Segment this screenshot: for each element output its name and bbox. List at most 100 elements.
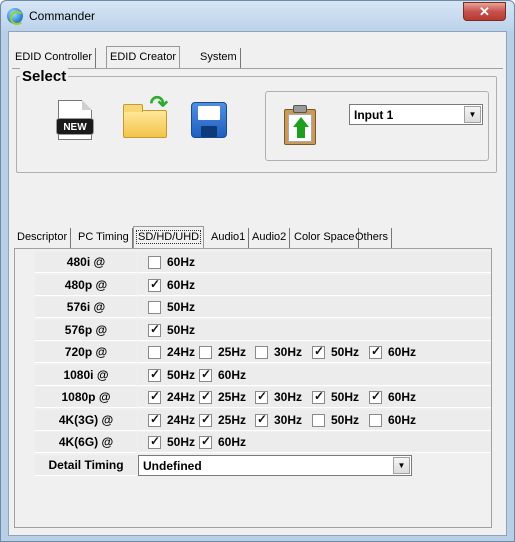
tab-others[interactable]: Others: [352, 228, 393, 248]
chevron-down-icon[interactable]: ▼: [464, 106, 481, 123]
tab-system[interactable]: System: [197, 48, 241, 68]
refresh-rate-label: 50Hz: [167, 322, 196, 337]
refresh-rate-checkbox[interactable]: [148, 367, 161, 382]
refresh-rate-label: 60Hz: [388, 390, 417, 404]
refresh-rate-label: 50Hz: [331, 345, 360, 359]
input-select[interactable]: Input 1 ▼: [349, 104, 483, 125]
refresh-rate-checkbox[interactable]: [148, 346, 161, 359]
refresh-rate-checkbox[interactable]: [148, 301, 161, 314]
refresh-rate-checkbox[interactable]: [148, 277, 161, 292]
refresh-rate-label: 50Hz: [167, 367, 196, 382]
timing-row: 1080p @ 24Hz 25Hz 30Hz 50Hz 60Hz: [35, 387, 493, 409]
refresh-rate-label: 50Hz: [167, 435, 196, 449]
timing-row-options: 50Hz: [138, 319, 491, 341]
refresh-rate-checkbox[interactable]: [199, 346, 212, 359]
refresh-rate-checkbox[interactable]: [148, 256, 161, 269]
refresh-rate-label: 50Hz: [167, 300, 196, 314]
refresh-rate-checkbox[interactable]: [199, 412, 212, 427]
refresh-rate-label: 30Hz: [274, 390, 303, 404]
tab-audio2[interactable]: Audio2: [249, 228, 291, 248]
app-logo-icon: [7, 8, 24, 25]
timing-row-options: 24Hz 25Hz 30Hz 50Hz 60Hz: [138, 387, 491, 408]
chevron-down-icon[interactable]: ▼: [393, 456, 410, 474]
timing-row-label: 480p @: [35, 274, 137, 296]
tab-edid-controller[interactable]: EDID Controller: [12, 48, 97, 68]
tab-color-space[interactable]: Color Space: [291, 228, 359, 248]
refresh-rate-label: 60Hz: [218, 435, 247, 449]
detail-timing-label: Detail Timing: [35, 454, 137, 476]
timing-row-label: 4K(3G) @: [35, 409, 137, 431]
timing-row: 576i @ 50Hz: [35, 297, 493, 319]
refresh-rate-checkbox[interactable]: [312, 413, 325, 427]
refresh-rate-checkbox[interactable]: [199, 367, 212, 382]
refresh-rate-checkbox[interactable]: [369, 344, 382, 359]
save-button[interactable]: [184, 96, 234, 143]
close-button[interactable]: ✕: [463, 2, 506, 21]
timing-row: 576p @ 50Hz: [35, 319, 493, 342]
refresh-rate-checkbox[interactable]: [148, 322, 161, 337]
title-bar[interactable]: Commander ✕: [1, 1, 514, 31]
refresh-rate-checkbox[interactable]: [255, 412, 268, 427]
open-button[interactable]: ↷: [120, 93, 170, 143]
refresh-rate-checkbox[interactable]: [312, 389, 325, 404]
tab-audio1[interactable]: Audio1: [208, 228, 250, 248]
timing-row: 1080i @ 50Hz 60Hz: [35, 364, 493, 387]
timing-row-label: 576i @: [35, 297, 137, 318]
detail-timing-value: Undefined: [143, 458, 202, 473]
refresh-rate-label: 50Hz: [331, 412, 360, 427]
refresh-rate-label: 24Hz: [167, 390, 196, 404]
detail-timing-row: Detail Timing Undefined ▼: [35, 454, 493, 477]
tab-edid-creator[interactable]: EDID Creator: [106, 46, 181, 68]
refresh-rate-label: 25Hz: [218, 345, 247, 359]
timing-row-options: 50Hz 60Hz: [138, 432, 491, 453]
timing-row: 720p @ 24Hz 25Hz 30Hz 50Hz 60Hz: [35, 342, 493, 364]
refresh-rate-label: 50Hz: [331, 390, 360, 404]
refresh-rate-checkbox[interactable]: [255, 389, 268, 404]
tab-descriptor[interactable]: Descriptor: [14, 228, 72, 248]
timing-row-label: 1080p @: [35, 387, 137, 408]
timing-row-label: 720p @: [35, 342, 137, 363]
timing-row-options: 60Hz: [138, 274, 491, 296]
timing-row: 480i @ 60Hz: [35, 252, 493, 274]
input-select-value: Input 1: [354, 108, 394, 122]
refresh-rate-label: 60Hz: [218, 367, 247, 382]
timing-row: 480p @ 60Hz: [35, 274, 493, 297]
refresh-rate-label: 30Hz: [274, 412, 303, 427]
timing-row: 4K(6G) @ 50Hz 60Hz: [35, 432, 493, 454]
refresh-rate-checkbox[interactable]: [255, 346, 268, 359]
new-badge: NEW: [56, 118, 94, 135]
timing-row-options: 50Hz 60Hz: [138, 364, 491, 386]
upload-group: [265, 91, 489, 161]
window-title: Commander: [29, 9, 96, 23]
new-button[interactable]: NEW: [51, 96, 101, 143]
clipboard-upload-icon[interactable]: [282, 105, 318, 145]
detail-timing-select[interactable]: Undefined ▼: [138, 454, 412, 476]
app-window: Commander ✕ EDID Controller EDID Creator…: [0, 0, 515, 542]
refresh-rate-label: 30Hz: [274, 345, 303, 359]
client-area: EDID Controller EDID Creator System Sele…: [8, 31, 507, 536]
tab-pc-timing[interactable]: PC Timing: [75, 228, 133, 248]
refresh-rate-checkbox[interactable]: [369, 389, 382, 404]
refresh-rate-checkbox[interactable]: [369, 413, 382, 427]
refresh-rate-checkbox[interactable]: [312, 344, 325, 359]
timing-row-label: 576p @: [35, 319, 137, 341]
refresh-rate-label: 25Hz: [218, 412, 247, 427]
refresh-rate-label: 60Hz: [167, 277, 196, 292]
refresh-rate-checkbox[interactable]: [148, 412, 161, 427]
timing-row-options: 24Hz 25Hz 30Hz 50Hz 60Hz: [138, 342, 491, 363]
tab-sd-hd-uhd-label: SD/HD/UHD: [135, 230, 202, 244]
refresh-rate-checkbox[interactable]: [148, 389, 161, 404]
refresh-arrow-icon: ↷: [149, 91, 168, 116]
refresh-rate-checkbox[interactable]: [148, 434, 161, 449]
tab-sd-hd-uhd[interactable]: SD/HD/UHD: [133, 226, 205, 248]
refresh-rate-label: 25Hz: [218, 390, 247, 404]
refresh-rate-checkbox[interactable]: [199, 434, 212, 449]
open-folder-icon: ↷: [123, 93, 168, 138]
refresh-rate-label: 60Hz: [388, 345, 417, 359]
refresh-rate-label: 24Hz: [167, 412, 196, 427]
refresh-rate-label: 24Hz: [167, 345, 196, 359]
timing-row-label: 480i @: [35, 252, 137, 273]
timing-row-options: 24Hz 25Hz 30Hz 50Hz 60Hz: [138, 409, 491, 431]
select-group-title: Select: [20, 68, 69, 85]
refresh-rate-checkbox[interactable]: [199, 389, 212, 404]
